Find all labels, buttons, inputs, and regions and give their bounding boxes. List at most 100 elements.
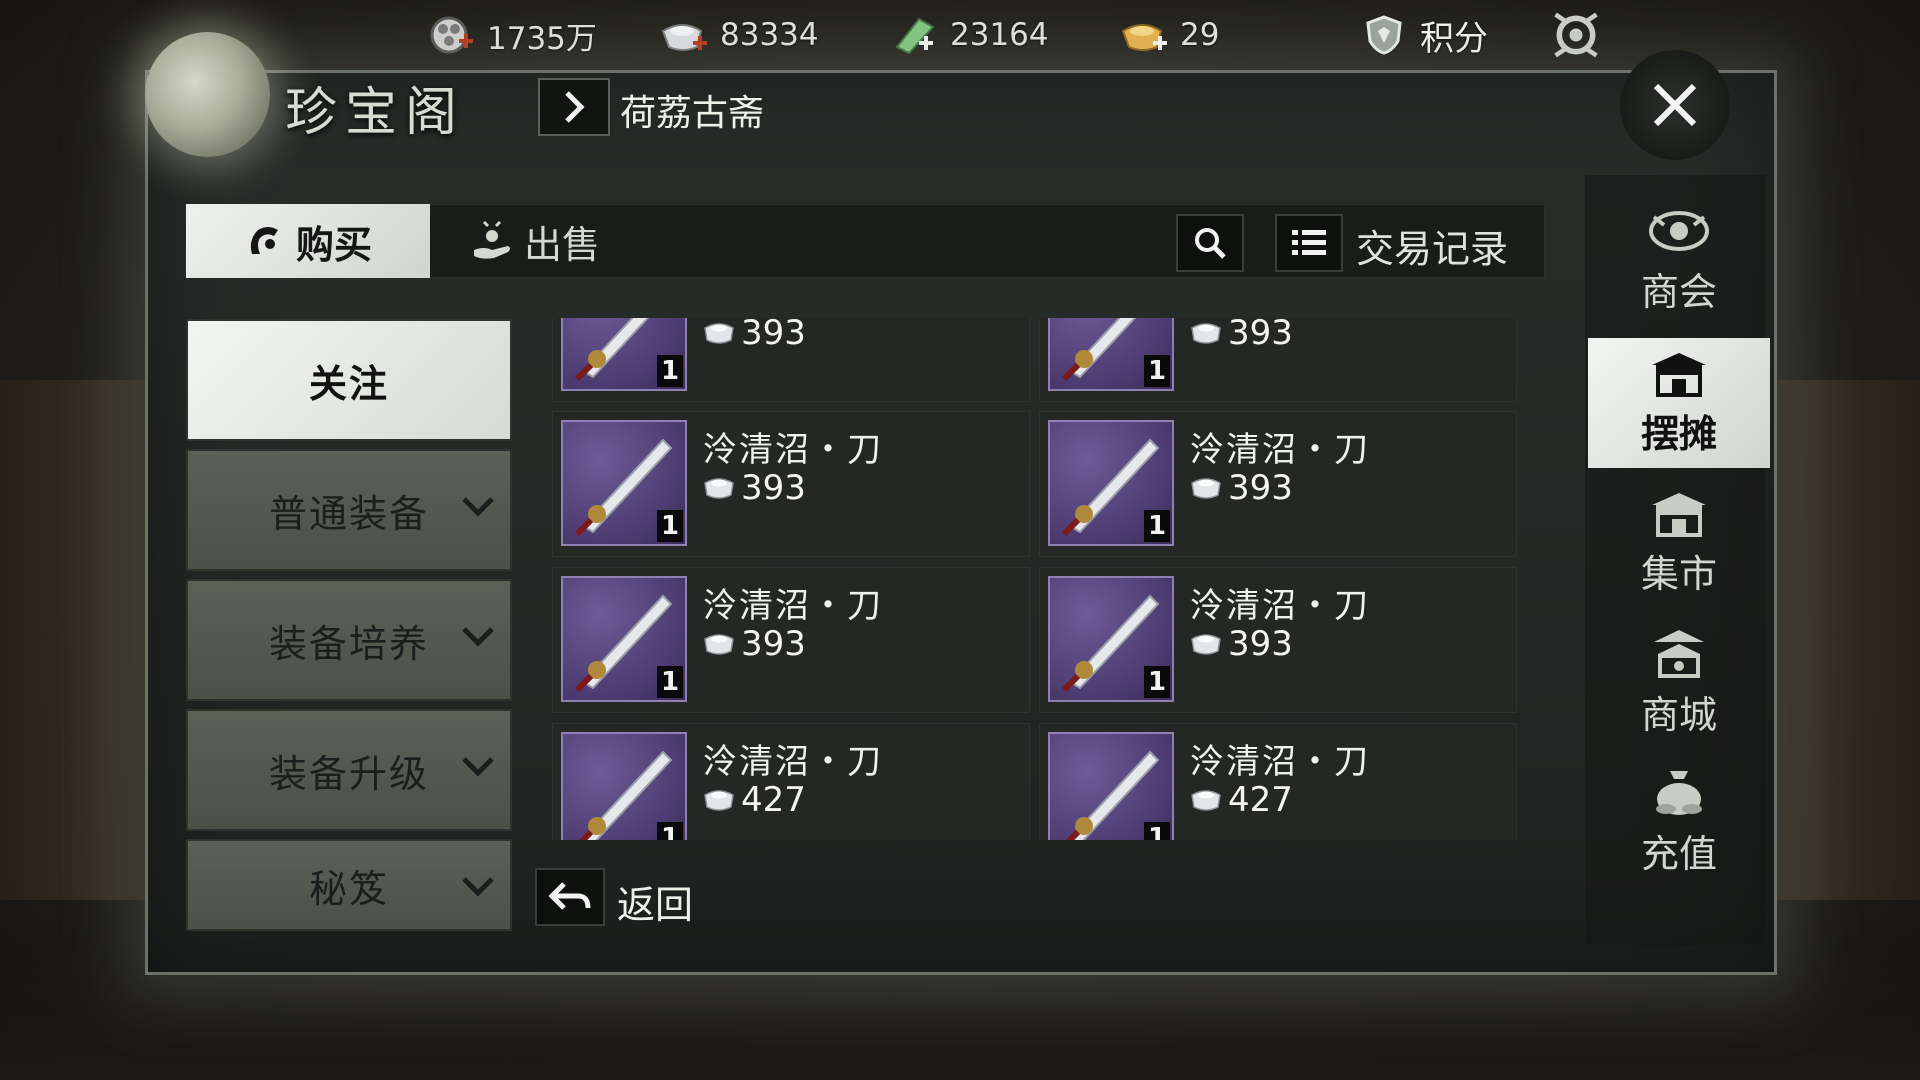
item-card[interactable]: 1 泠清沼・刀 393 (1039, 567, 1517, 713)
silver-ingot-plus-icon (658, 12, 710, 58)
item-price-value: 393 (741, 318, 806, 353)
item-grid: 1 393 1 393 1 泠清沼・刀 393 1 泠清沼・刀 393 1 泠清… (552, 318, 1517, 840)
currency-bar: 1735万 83334 23164 29 积分 (0, 0, 1920, 72)
silver-ingot-icon (1191, 634, 1221, 655)
category-follow[interactable]: 关注 (186, 319, 512, 441)
item-card[interactable]: 1 泠清沼・刀 427 (552, 723, 1030, 840)
side-nav-label: 商会 (1640, 269, 1717, 314)
item-quantity: 1 (657, 666, 683, 698)
item-card[interactable]: 1 泠清沼・刀 427 (1039, 723, 1517, 840)
chevron-down-icon (462, 627, 494, 647)
silver-ingot-icon (704, 478, 734, 499)
jade-plus-icon (888, 12, 940, 58)
item-card[interactable]: 1 泠清沼・刀 393 (552, 567, 1030, 713)
blade-icon: 1 (561, 420, 687, 546)
silver-ingot-icon (704, 323, 734, 344)
trade-record-button[interactable] (1275, 214, 1343, 272)
blade-icon: 1 (1048, 576, 1174, 702)
currency-coins[interactable]: 1735万 (425, 10, 597, 60)
money-bag-icon (1656, 770, 1702, 815)
category-secret-manual[interactable]: 秘笈 (186, 839, 512, 931)
item-price-value: 393 (1228, 318, 1293, 353)
back-button[interactable] (535, 868, 605, 926)
item-price-value: 393 (741, 468, 806, 508)
blade-icon: 1 (1048, 318, 1174, 391)
chevron-down-icon (462, 497, 494, 517)
category-label: 秘笈 (308, 866, 389, 911)
side-nav-recharge[interactable]: 充值 (1588, 756, 1770, 886)
item-price: 393 (703, 318, 806, 353)
currency-silver[interactable]: 83334 (658, 10, 819, 60)
item-card[interactable]: 1 393 (1039, 318, 1517, 402)
window-title: 珍宝阁 (285, 83, 466, 143)
category-label: 装备培养 (268, 621, 429, 666)
side-nav-guild[interactable]: 商会 (1588, 196, 1770, 326)
side-nav-market[interactable]: 集市 (1588, 478, 1770, 608)
item-price: 393 (1190, 468, 1293, 508)
chevron-right-icon (565, 91, 585, 123)
category-label: 关注 (308, 361, 389, 406)
points-label: 积分 (1420, 18, 1488, 59)
breadcrumb-location[interactable]: 荷荔古斋 (620, 84, 764, 136)
blade-icon: 1 (1048, 420, 1174, 546)
search-button[interactable] (1176, 214, 1244, 272)
side-nav-label: 集市 (1640, 551, 1717, 596)
close-button[interactable] (1620, 50, 1730, 160)
item-quantity: 1 (657, 822, 683, 840)
mall-pagoda-icon (1654, 629, 1704, 678)
item-price-value: 393 (1228, 624, 1293, 664)
silver-ingot-icon (1191, 323, 1221, 344)
side-nav-label: 充值 (1640, 831, 1717, 876)
settings-button[interactable] (1550, 10, 1602, 60)
item-card[interactable]: 1 泠清沼・刀 393 (552, 411, 1030, 557)
currency-gold-value: 29 (1180, 17, 1220, 53)
list-icon (1292, 230, 1326, 255)
hand-buy-icon (250, 227, 278, 254)
stall-icon (1652, 352, 1706, 397)
side-nav-mall[interactable]: 商城 (1588, 618, 1770, 748)
side-nav-stall[interactable]: 摆摊 (1588, 338, 1770, 468)
tab-sell-label: 出售 (524, 222, 601, 267)
moon-emblem (145, 32, 270, 157)
item-name: 泠清沼・刀 (1190, 430, 1370, 470)
item-price: 393 (703, 624, 806, 664)
currency-gold[interactable]: 29 (1118, 10, 1219, 60)
item-quantity: 1 (1144, 822, 1170, 840)
market-icon (1652, 492, 1706, 537)
gold-ingot-plus-icon (1118, 12, 1170, 58)
tab-sell[interactable]: 出售 (470, 204, 630, 278)
ornament-emblem-icon (1550, 12, 1602, 58)
item-quantity: 1 (1144, 666, 1170, 698)
item-price: 393 (1190, 624, 1293, 664)
tab-buy[interactable]: 购买 (186, 204, 430, 278)
guild-emblem-icon (1649, 210, 1709, 251)
chevron-down-icon (462, 877, 494, 897)
item-price-value: 393 (741, 624, 806, 664)
item-card[interactable]: 1 泠清沼・刀 393 (1039, 411, 1517, 557)
item-card[interactable]: 1 393 (552, 318, 1030, 402)
item-name: 泠清沼・刀 (1190, 742, 1370, 782)
currency-jade[interactable]: 23164 (888, 10, 1049, 60)
silver-ingot-icon (704, 790, 734, 811)
trade-record-label[interactable]: 交易记录 (1356, 218, 1508, 273)
item-name: 泠清沼・刀 (1190, 586, 1370, 626)
category-normal-equipment[interactable]: 普通装备 (186, 449, 512, 571)
currency-coins-value: 1735万 (487, 20, 597, 57)
points-button[interactable]: 积分 (1358, 10, 1488, 60)
back-label[interactable]: 返回 (617, 874, 693, 929)
item-quantity: 1 (1144, 510, 1170, 542)
item-price-value: 427 (741, 780, 806, 820)
item-price: 427 (703, 780, 806, 820)
item-name: 泠清沼・刀 (703, 586, 883, 626)
breadcrumb-arrow-button[interactable] (538, 78, 610, 136)
category-label: 普通装备 (268, 491, 429, 536)
item-quantity: 1 (657, 510, 683, 542)
coin-bundle-icon (425, 12, 477, 58)
side-nav-label: 摆摊 (1640, 411, 1717, 456)
side-nav-label: 商城 (1640, 692, 1717, 737)
blade-icon: 1 (561, 576, 687, 702)
category-equipment-training[interactable]: 装备培养 (186, 579, 512, 701)
blade-icon: 1 (561, 318, 687, 391)
item-name: 泠清沼・刀 (703, 430, 883, 470)
category-equipment-upgrade[interactable]: 装备升级 (186, 709, 512, 831)
